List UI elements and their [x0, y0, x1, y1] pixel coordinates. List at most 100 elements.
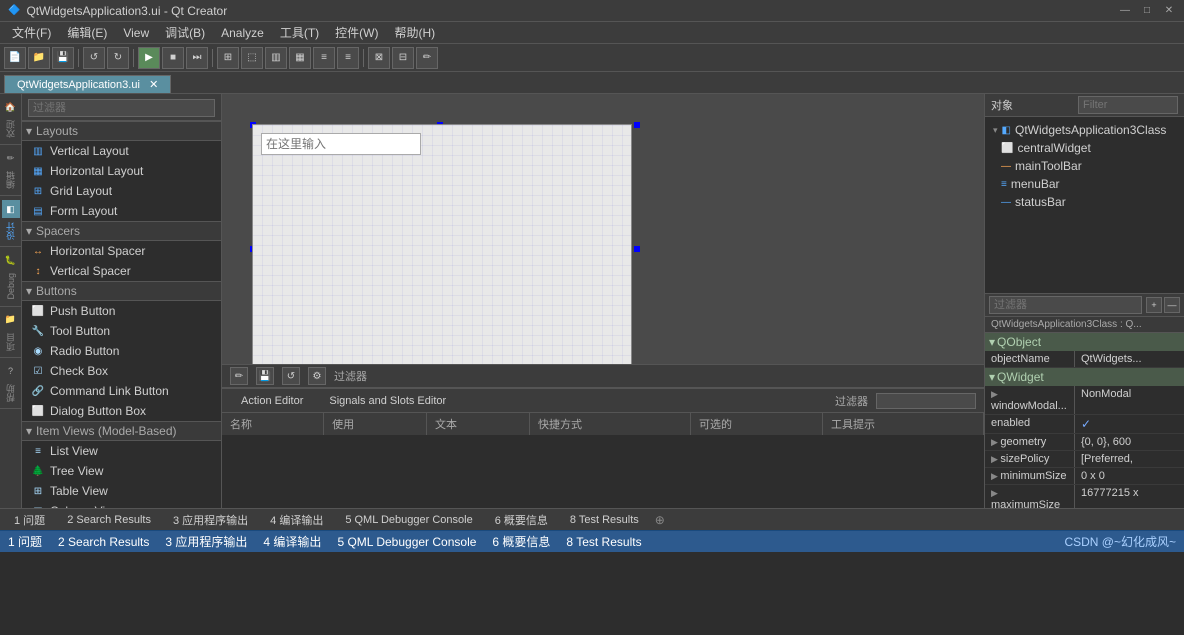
status-compile[interactable]: 4 编译输出: [263, 533, 321, 550]
command-link-icon: 🔗: [30, 383, 46, 399]
action-editor-tab[interactable]: Action Editor: [230, 392, 314, 410]
status-qml-debug[interactable]: 5 QML Debugger Console: [337, 535, 476, 549]
prop-objectname-value[interactable]: QtWidgets...: [1075, 351, 1184, 367]
status-test[interactable]: 8 Test Results: [566, 535, 641, 549]
menu-analyze[interactable]: Analyze: [213, 24, 272, 42]
tree-item-root[interactable]: ▾ ◧ QtWidgetsApplication3Class: [985, 121, 1184, 139]
canvas-edit-btn[interactable]: ✏: [230, 367, 248, 385]
canvas-text-input[interactable]: [261, 133, 421, 155]
widget-radio-button[interactable]: ◉ Radio Button: [22, 341, 221, 361]
prop-add-btn[interactable]: +: [1146, 297, 1162, 313]
tab-ui-file[interactable]: QtWidgetsApplication3.ui ✕: [4, 75, 171, 93]
menu-tools[interactable]: 工具(T): [272, 22, 327, 43]
minimize-button[interactable]: —: [1118, 4, 1132, 18]
status-app-output[interactable]: 3 应用程序输出: [165, 533, 247, 550]
prop-minimumsize-value[interactable]: 0 x 0: [1075, 468, 1184, 484]
prop-enabled-value[interactable]: ✓: [1075, 415, 1184, 433]
widget-column-view[interactable]: ▦ Column View: [22, 501, 221, 508]
toolbar-btn11[interactable]: ⊟: [392, 47, 414, 69]
widget-tool-button[interactable]: 🔧 Tool Button: [22, 321, 221, 341]
widget-vertical-spacer[interactable]: ↕ Vertical Spacer: [22, 261, 221, 281]
widget-vertical-layout[interactable]: ▥ Vertical Layout: [22, 141, 221, 161]
tree-item-maintoolbar[interactable]: — mainToolBar: [985, 157, 1184, 175]
bottom-tab-test[interactable]: 8 Test Results: [560, 512, 649, 528]
menu-help[interactable]: 帮助(H): [386, 22, 443, 43]
toolbar-btn9[interactable]: ≡: [337, 47, 359, 69]
prop-maximumsize-value[interactable]: 16777215 x: [1075, 485, 1184, 508]
object-filter-input[interactable]: [1078, 96, 1178, 114]
bottom-tab-problems[interactable]: 1 问题: [4, 510, 55, 530]
bottom-tab-search[interactable]: 2 Search Results: [57, 512, 161, 528]
nav-edit-icon[interactable]: ✏: [2, 149, 20, 167]
tree-item-menubar[interactable]: ≡ menuBar: [985, 175, 1184, 193]
widget-form-layout[interactable]: ▤ Form Layout: [22, 201, 221, 221]
canvas-container[interactable]: ✏ 💾 ↺ ⚙ 过滤器: [222, 94, 984, 388]
widget-filter-input[interactable]: [28, 99, 215, 117]
tree-item-statusbar[interactable]: — statusBar: [985, 193, 1184, 211]
close-button[interactable]: ✕: [1162, 4, 1176, 18]
horizontal-spacer-icon: ↔: [30, 243, 46, 259]
toolbar-save[interactable]: 💾: [52, 47, 74, 69]
toolbar-btn10[interactable]: ⊠: [368, 47, 390, 69]
toolbar-btn4[interactable]: ⊞: [217, 47, 239, 69]
prop-windowmodal-value[interactable]: NonModal: [1075, 386, 1184, 414]
windowmodal-arrow: ▶: [991, 389, 998, 399]
widget-check-box[interactable]: ☑ Check Box: [22, 361, 221, 381]
menu-view[interactable]: View: [115, 24, 157, 42]
signals-slots-tab[interactable]: Signals and Slots Editor: [318, 392, 457, 410]
nav-help-label: 帮助: [2, 382, 19, 404]
nav-project-icon[interactable]: 📁: [2, 311, 20, 329]
nav-debug-label: Debug: [4, 271, 18, 302]
widget-list-view[interactable]: ≡ List View: [22, 441, 221, 461]
widget-tree-view[interactable]: 🌲 Tree View: [22, 461, 221, 481]
status-summary[interactable]: 6 概要信息: [492, 533, 550, 550]
toolbar-btn5[interactable]: ⬚: [241, 47, 263, 69]
toolbar-new[interactable]: 📄: [4, 47, 26, 69]
widget-horizontal-spacer[interactable]: ↔ Horizontal Spacer: [22, 241, 221, 261]
prop-remove-btn[interactable]: —: [1164, 297, 1180, 313]
canvas-settings-btn[interactable]: ⚙: [308, 367, 326, 385]
widget-command-link-label: Command Link Button: [50, 384, 169, 398]
toolbar-open[interactable]: 📁: [28, 47, 50, 69]
menu-debug[interactable]: 调试(B): [157, 22, 213, 43]
menu-edit[interactable]: 编辑(E): [59, 22, 115, 43]
toolbar-undo[interactable]: ↺: [83, 47, 105, 69]
toolbar-run[interactable]: ▶: [138, 47, 160, 69]
bottom-tab-qml-debug[interactable]: 5 QML Debugger Console: [335, 512, 482, 528]
canvas-save-btn[interactable]: 💾: [256, 367, 274, 385]
bottom-tab-compile-output[interactable]: 4 编译输出: [260, 510, 333, 530]
status-problems[interactable]: 1 问题: [8, 533, 42, 550]
canvas-refresh-btn[interactable]: ↺: [282, 367, 300, 385]
menu-file[interactable]: 文件(F): [4, 22, 59, 43]
maximize-button[interactable]: □: [1140, 4, 1154, 18]
toolbar-stop[interactable]: ■: [162, 47, 184, 69]
form-canvas[interactable]: [252, 124, 632, 374]
widget-push-button[interactable]: ⬜ Push Button: [22, 301, 221, 321]
widget-table-view[interactable]: ⊞ Table View: [22, 481, 221, 501]
nav-design-icon[interactable]: ◧: [2, 200, 20, 218]
action-filter-input[interactable]: [876, 393, 976, 409]
status-search[interactable]: 2 Search Results: [58, 535, 149, 549]
widget-grid-layout[interactable]: ⊞ Grid Layout: [22, 181, 221, 201]
widget-command-link[interactable]: 🔗 Command Link Button: [22, 381, 221, 401]
widget-dialog-button-box[interactable]: ⬜ Dialog Button Box: [22, 401, 221, 421]
bottom-tabs-menu[interactable]: ⊕: [655, 513, 665, 527]
toolbar-btn12[interactable]: ✏: [416, 47, 438, 69]
nav-help-icon[interactable]: ?: [2, 362, 20, 380]
toolbar-redo[interactable]: ↻: [107, 47, 129, 69]
toolbar-btn6[interactable]: ▥: [265, 47, 287, 69]
bottom-tab-summary[interactable]: 6 概要信息: [485, 510, 558, 530]
nav-welcome-icon[interactable]: 🏠: [2, 98, 20, 116]
prop-sizepolicy-value[interactable]: [Preferred,: [1075, 451, 1184, 467]
toolbar-btn3[interactable]: ⏭: [186, 47, 208, 69]
prop-geometry-value[interactable]: {0, 0}, 600: [1075, 434, 1184, 450]
tree-item-centralwidget[interactable]: ⬜ centralWidget: [985, 139, 1184, 157]
nav-debug-icon[interactable]: 🐛: [2, 251, 20, 269]
prop-filter-input[interactable]: [989, 296, 1142, 314]
widget-horizontal-layout[interactable]: ▦ Horizontal Layout: [22, 161, 221, 181]
toolbar-btn8[interactable]: ≡: [313, 47, 335, 69]
prop-scroll-area[interactable]: ▾ QObject objectName QtWidgets... ▾ QWid…: [985, 333, 1184, 508]
bottom-tab-app-output[interactable]: 3 应用程序输出: [163, 510, 258, 530]
menu-controls[interactable]: 控件(W): [327, 22, 386, 43]
toolbar-btn7[interactable]: ▦: [289, 47, 311, 69]
